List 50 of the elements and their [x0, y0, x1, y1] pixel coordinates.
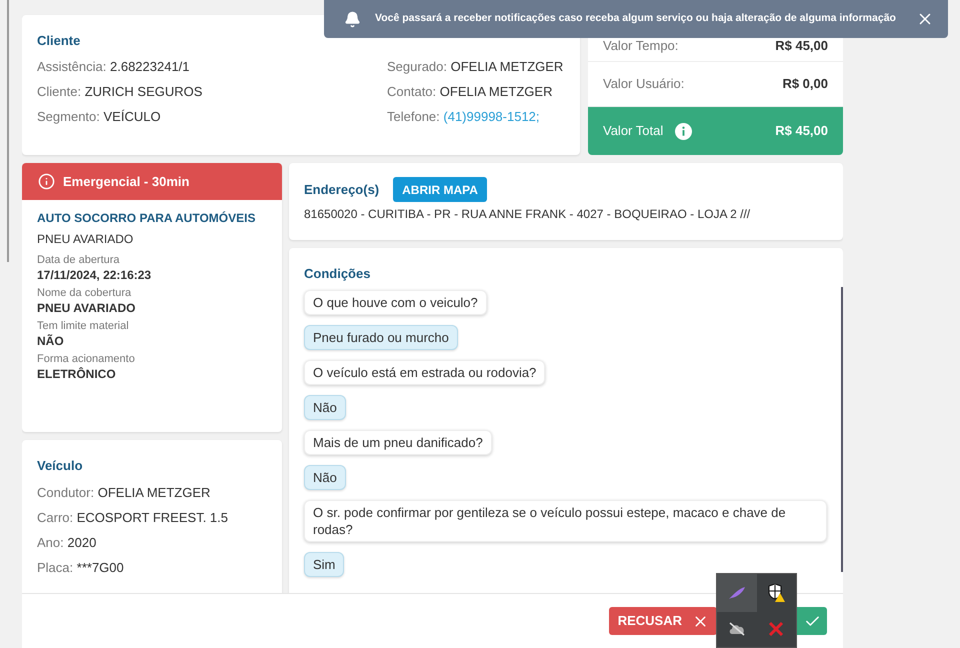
reject-button[interactable]: RECUSAR	[608, 607, 717, 635]
total-label: Valor Total	[603, 122, 664, 140]
question-bubble: Mais de um pneu danificado?	[304, 430, 492, 454]
field-label: Data de abertura	[37, 253, 121, 267]
answer-bubble: Não	[304, 464, 346, 490]
field-text: Placa: ***7G00	[37, 558, 125, 576]
address-text: 81650020 - CURITIBA - PR - RUA ANNE FRANK - 4027 - BOQUEIRAO - LOJA 2 ///	[304, 206, 752, 223]
value-label: Valor Usuário:	[603, 74, 684, 92]
service-subtitle: PNEU AVARIADO	[37, 231, 134, 248]
card-title: Condições	[304, 265, 372, 283]
bell-icon	[344, 10, 361, 28]
card-title: Endereço(s)	[304, 180, 380, 199]
answer-bubble: Não	[304, 394, 346, 420]
field-text: Ano: 2020	[37, 534, 98, 552]
priority-text: Emergencial - 30min	[63, 172, 190, 191]
field-value: ELETRÔNICO	[37, 366, 117, 382]
field-text: Segmento: VEÍCULO	[37, 108, 162, 126]
question-bubble: O que houve com o veiculo?	[304, 290, 487, 314]
field-label: Forma acionamento	[37, 352, 136, 366]
value-label: Valor Tempo:	[603, 36, 678, 55]
field-text: Assistência: 2.68223241/1	[37, 58, 191, 76]
open-map-button[interactable]: ABRIR MAPA	[393, 177, 487, 202]
question-bubble: O sr. pode confirmar por gentileza se o veículo possui estepe, macaco e chave de rodas?	[304, 500, 827, 542]
field-text: Carro: ECOSPORT FREEST. 1.5	[37, 508, 229, 526]
question-bubble: O veículo está em estrada ou rodovia?	[304, 360, 546, 384]
notification-text: Você passará a receber notificações caso receba algum serviço ou haja alteração de alguma informação	[375, 11, 897, 26]
shield-warning-icon	[767, 584, 786, 602]
value-amount: R$ 45,00	[775, 36, 828, 54]
field-label: Tem limite material	[37, 319, 130, 333]
feather-icon	[728, 586, 746, 600]
field-text: Telefone: (41)99998-1512;	[387, 108, 541, 126]
value-amount: R$ 0,00	[782, 74, 828, 92]
service-title: AUTO SOCORRO PARA AUTOMÓVEIS	[37, 210, 256, 227]
card-title: Veículo	[37, 457, 84, 475]
field-text: Contato: OFELIA METZGER	[387, 82, 554, 100]
field-text: Cliente: ZURICH SEGUROS	[37, 82, 202, 100]
field-value: NÃO	[37, 333, 65, 349]
field-text: Condutor: OFELIA METZGER	[37, 484, 212, 502]
cloud-off-icon	[728, 622, 746, 636]
field-value: PNEU AVARIADO	[37, 300, 136, 316]
answer-bubble: Pneu furado ou murcho	[304, 324, 458, 350]
confirm-button[interactable]	[797, 607, 827, 635]
card-title: Cliente	[37, 32, 82, 50]
field-text: Segurado: OFELIA METZGER	[387, 58, 564, 76]
answer-bubble: Sim	[304, 552, 344, 576]
field-label: Nome da cobertura	[37, 286, 132, 300]
total-amount: R$ 45,00	[775, 122, 828, 140]
info-icon[interactable]	[675, 122, 692, 140]
field-value: 17/11/2024, 22:16:23	[37, 267, 152, 283]
info-icon	[38, 173, 55, 190]
